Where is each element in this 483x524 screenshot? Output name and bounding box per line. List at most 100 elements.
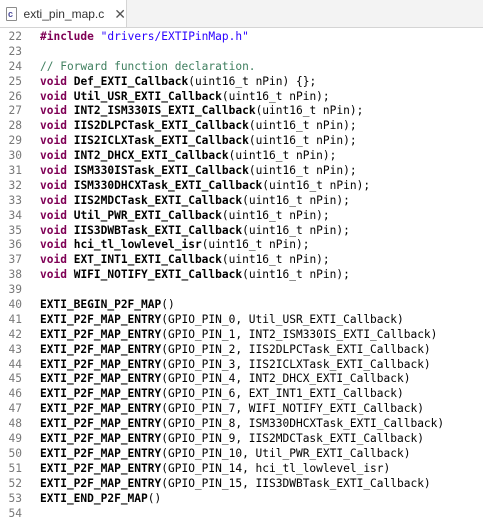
code-token: (GPIO_PIN_15, IIS3DWBTask_EXTI_Callback) — [161, 476, 431, 490]
line-number: 36 — [8, 238, 22, 252]
code-text: void Util_PWR_EXTI_Callback(uint16_t nPi… — [40, 209, 330, 224]
code-text: EXTI_P2F_MAP_ENTRY(GPIO_PIN_2, IIS2DLPCT… — [40, 343, 431, 358]
line-number: 42 — [8, 327, 22, 341]
close-icon[interactable]: ✕ — [114, 7, 126, 21]
code-token: #include — [40, 30, 94, 43]
code-token: EXTI_P2F_MAP_ENTRY — [40, 312, 162, 326]
code-text: EXTI_P2F_MAP_ENTRY(GPIO_PIN_8, ISM330DHC… — [40, 417, 444, 432]
code-token: (GPIO_PIN_2, IIS2DLPCTask_EXTI_Callback) — [161, 342, 431, 356]
code-token: EXTI_P2F_MAP_ENTRY — [40, 327, 162, 341]
code-line: 28 void IIS2DLPCTask_EXTI_Callback(uint16… — [0, 119, 483, 134]
code-text: EXTI_P2F_MAP_ENTRY(GPIO_PIN_14, hci_tl_l… — [40, 462, 390, 477]
code-token: IIS2MDCTask_EXTI_Callback — [73, 193, 243, 207]
code-text: void INT2_DHCX_EXTI_Callback(uint16_t nP… — [40, 149, 336, 164]
code-token: () — [161, 298, 175, 312]
code-token: void — [40, 223, 67, 237]
line-number: 40 — [8, 298, 22, 312]
code-text: EXTI_P2F_MAP_ENTRY(GPIO_PIN_3, IIS2ICLXT… — [40, 358, 431, 373]
code-line: 32 void ISM330DHCXTask_EXTI_Callback(uint… — [0, 179, 483, 194]
code-text: EXTI_BEGIN_P2F_MAP() — [40, 298, 175, 313]
line-number: 26 — [8, 89, 22, 103]
code-token: (GPIO_PIN_7, WIFI_NOTIFY_EXTI_Callback) — [161, 402, 424, 416]
code-token: IIS2ICLXTask_EXTI_Callback — [73, 134, 249, 148]
code-text: EXTI_P2F_MAP_ENTRY(GPIO_PIN_1, INT2_ISM3… — [40, 328, 437, 343]
code-token: EXTI_P2F_MAP_ENTRY — [40, 432, 162, 446]
code-line: 38 void WIFI_NOTIFY_EXTI_Callback(uint16_… — [0, 268, 483, 283]
line-number: 44 — [8, 357, 22, 371]
tab-label: exti_pin_map.c — [23, 6, 105, 21]
code-text: void IIS2DLPCTask_EXTI_Callback(uint16_t… — [40, 119, 357, 134]
code-text: void WIFI_NOTIFY_EXTI_Callback(uint16_t … — [40, 268, 350, 283]
code-token: INT2_DHCX_EXTI_Callback — [73, 149, 229, 163]
code-token: ISM330ISTask_EXTI_Callback — [73, 164, 249, 178]
line-number: 27 — [8, 104, 22, 118]
line-number: 43 — [8, 342, 22, 356]
code-text: EXTI_P2F_MAP_ENTRY(GPIO_PIN_4, INT2_DHCX… — [40, 372, 410, 387]
code-text: EXTI_P2F_MAP_ENTRY(GPIO_PIN_0, Util_USR_… — [40, 313, 404, 328]
code-text: void ISM330DHCXTask_EXTI_Callback(uint16… — [40, 179, 370, 194]
code-text: EXTI_P2F_MAP_ENTRY(GPIO_PIN_6, EXT_INT1_… — [40, 387, 404, 402]
code-text: void Def_EXTI_Callback(uint16_t nPin) {}… — [40, 75, 316, 90]
line-number: 51 — [8, 461, 22, 475]
code-text: void ISM330ISTask_EXTI_Callback(uint16_t… — [40, 164, 357, 179]
code-line: 36 void hci_tl_lowlevel_isr(uint16_t nPin… — [0, 238, 483, 253]
code-line: 48 EXTI_P2F_MAP_ENTRY(GPIO_PIN_8, ISM330D… — [0, 417, 483, 432]
code-text: void IIS2ICLXTask_EXTI_Callback(uint16_t… — [40, 134, 357, 149]
code-token: (GPIO_PIN_10, Util_PWR_EXTI_Callback) — [161, 446, 411, 460]
code-token: void — [40, 208, 67, 222]
code-line: 53 EXTI_END_P2F_MAP() — [0, 492, 483, 507]
line-number: 48 — [8, 417, 22, 431]
code-token: (uint16_t nPin); — [248, 164, 357, 178]
line-number: 22 — [8, 30, 22, 43]
line-number: 37 — [8, 253, 22, 267]
code-token: (uint16_t nPin); — [242, 268, 350, 282]
code-line: 50 EXTI_P2F_MAP_ENTRY(GPIO_PIN_10, Util_P… — [0, 447, 483, 462]
code-token: EXTI_END_P2F_MAP — [40, 491, 148, 505]
code-token: (uint16_t nPin); — [255, 104, 364, 118]
line-number: 47 — [8, 402, 22, 416]
code-token: IIS3DWBTask_EXTI_Callback — [73, 223, 243, 237]
code-token: // Forward function declaration. — [40, 59, 256, 73]
code-token: (GPIO_PIN_8, ISM330DHCXTask_EXTI_Callbac… — [161, 417, 445, 431]
code-text: #include "drivers/EXTIPinMap.h" — [40, 30, 249, 45]
code-token: void — [40, 104, 67, 118]
code-token: EXTI_BEGIN_P2F_MAP — [40, 298, 162, 312]
code-line: 37 void EXT_INT1_EXTI_Callback(uint16_t n… — [0, 253, 483, 268]
line-number: 34 — [8, 208, 22, 222]
code-token: void — [40, 268, 67, 282]
code-token: (uint16_t nPin); — [242, 193, 350, 207]
code-line: 22 #include "drivers/EXTIPinMap.h" — [0, 30, 483, 45]
line-number: 33 — [8, 193, 22, 207]
code-token: void — [40, 149, 67, 163]
line-number: 54 — [8, 506, 22, 520]
line-number: 45 — [8, 372, 22, 386]
code-line: 29 void IIS2ICLXTask_EXTI_Callback(uint16… — [0, 134, 483, 149]
code-text: EXTI_P2F_MAP_ENTRY(GPIO_PIN_10, Util_PWR… — [40, 447, 410, 462]
code-token: (uint16_t nPin) {}; — [188, 74, 317, 88]
code-token: EXTI_P2F_MAP_ENTRY — [40, 387, 162, 401]
code-token: (GPIO_PIN_14, hci_tl_lowlevel_isr) — [161, 461, 391, 475]
code-line: 45 EXTI_P2F_MAP_ENTRY(GPIO_PIN_4, INT2_DH… — [0, 372, 483, 387]
code-text: // Forward function declaration. — [40, 60, 256, 75]
code-token: void — [40, 193, 67, 207]
tab-exti-pin-map[interactable]: c exti_pin_map.c ✕ — [0, 0, 127, 27]
code-token: () — [147, 491, 162, 505]
code-token: (GPIO_PIN_6, EXT_INT1_EXTI_Callback) — [161, 387, 404, 401]
code-text: void Util_USR_EXTI_Callback(uint16_t nPi… — [40, 90, 330, 105]
code-line: 33 void IIS2MDCTask_EXTI_Callback(uint16_… — [0, 194, 483, 209]
code-text: EXTI_P2F_MAP_ENTRY(GPIO_PIN_15, IIS3DWBT… — [40, 477, 431, 492]
line-number: 30 — [8, 149, 22, 163]
code-editor[interactable]: 22 #include "drivers/EXTIPinMap.h" 23 24 // … — [0, 28, 483, 521]
line-number: 46 — [8, 387, 22, 401]
code-line: 42 EXTI_P2F_MAP_ENTRY(GPIO_PIN_1, INT2_IS… — [0, 328, 483, 343]
code-token: (GPIO_PIN_4, INT2_DHCX_EXTI_Callback) — [161, 372, 411, 386]
code-line: 25 void Def_EXTI_Callback(uint16_t nPin) … — [0, 75, 483, 90]
